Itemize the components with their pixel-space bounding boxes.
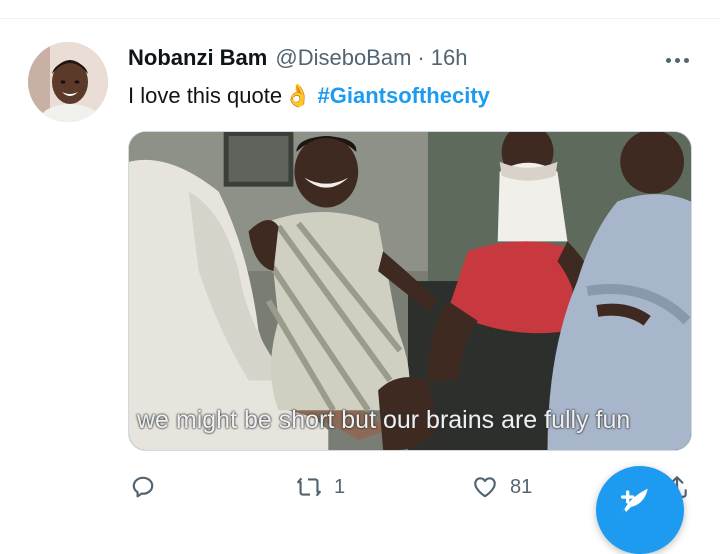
more-dot	[683, 57, 689, 63]
tweet-body-text: I love this quote	[128, 83, 283, 108]
more-dot	[674, 57, 680, 63]
tweet-header: Nobanzi Bam @DiseboBam · 16h	[128, 42, 467, 74]
ok-hand-emoji: 👌	[284, 83, 312, 108]
tweet-text: I love this quote 👌 #Giantsofthecity	[128, 82, 490, 110]
more-dot	[665, 57, 671, 63]
tweet-media-image[interactable]: we might be short but our brains are ful…	[128, 131, 692, 451]
timestamp[interactable]: 16h	[431, 45, 468, 71]
compose-tweet-button[interactable]	[596, 466, 684, 554]
media-scene	[129, 132, 691, 450]
compose-feather-icon	[621, 488, 648, 517]
retweet-count: 1	[334, 475, 346, 498]
reply-button[interactable]	[130, 470, 156, 504]
avatar[interactable]	[28, 42, 108, 122]
reply-icon	[132, 476, 154, 498]
avatar-photo	[28, 42, 108, 122]
like-count: 81	[510, 475, 533, 498]
more-options-button[interactable]	[660, 48, 694, 72]
display-name[interactable]: Nobanzi Bam	[128, 45, 267, 71]
media-subtitle: we might be short but our brains are ful…	[137, 406, 631, 434]
user-handle[interactable]: @DiseboBam	[275, 45, 411, 71]
heart-icon	[474, 477, 496, 498]
like-button[interactable]: 81	[472, 470, 532, 504]
top-divider	[0, 18, 720, 19]
retweet-icon	[297, 477, 321, 497]
hashtag-link[interactable]: #Giantsofthecity	[318, 82, 490, 110]
separator-dot: ·	[417, 45, 425, 70]
retweet-button[interactable]: 1	[296, 470, 345, 504]
